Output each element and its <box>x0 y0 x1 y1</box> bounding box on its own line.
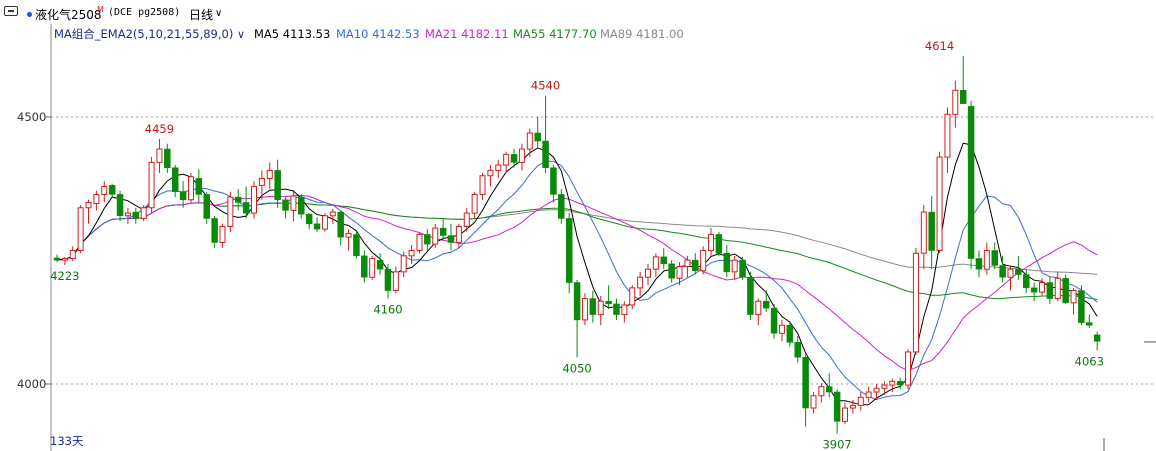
candle[interactable] <box>739 256 746 280</box>
extreme-label: 4160 <box>373 303 402 317</box>
y-tick-label: 4000 <box>17 377 46 391</box>
symbol-dot-icon <box>27 12 32 17</box>
candle[interactable] <box>148 157 155 214</box>
panel-toggle-icon[interactable] <box>4 6 18 16</box>
legend-ma5: MA5 4113.53 <box>254 27 330 41</box>
extreme-label: 4459 <box>145 122 174 136</box>
symbol-name[interactable]: 液化气2508 <box>35 6 102 23</box>
symbol-superscript: M <box>97 5 104 14</box>
extreme-label: 4614 <box>925 39 954 53</box>
symbol-code: (DCE pg2508) <box>108 7 181 18</box>
legend-ma10: MA10 4142.53 <box>336 27 420 41</box>
candle[interactable] <box>227 191 234 232</box>
chart-toolbar: 液化气2508 M (DCE pg2508) 日线 ∨ <box>0 0 1156 25</box>
candlestick-chart[interactable]: 4000 4500 4223 4459 4160 4540 4050 3907 4614 406… <box>0 24 1156 451</box>
candle[interactable] <box>321 213 328 232</box>
extreme-label: 4540 <box>531 79 560 93</box>
candle[interactable] <box>416 231 423 254</box>
legend-ma55: MA55 4177.70 <box>513 27 597 41</box>
period-selector[interactable]: 日线 <box>189 6 213 23</box>
candle[interactable] <box>770 303 778 339</box>
candle[interactable] <box>936 151 943 254</box>
candle[interactable] <box>912 247 919 355</box>
candle[interactable] <box>905 349 912 390</box>
y-tick-label: 4500 <box>17 110 46 124</box>
candle[interactable] <box>369 255 376 280</box>
candle[interactable] <box>747 271 754 320</box>
candle[interactable] <box>251 181 257 219</box>
candle[interactable] <box>1062 274 1069 304</box>
candle[interactable] <box>77 205 84 254</box>
candle[interactable] <box>1078 285 1085 326</box>
indicator-dropdown-icon[interactable]: ∨ <box>237 28 245 41</box>
candle[interactable] <box>565 213 573 294</box>
indicator-group-label[interactable]: MA组合_EMA2(5,10,21,55,89,0) <box>54 27 233 41</box>
candle[interactable] <box>715 231 723 256</box>
legend-ma89: MA89 4181.00 <box>600 27 684 41</box>
extreme-label: 3907 <box>822 438 851 451</box>
candle[interactable] <box>700 246 707 275</box>
extreme-label: 4063 <box>1075 354 1104 368</box>
days-count-label: 133天 <box>50 434 84 448</box>
candle[interactable] <box>187 173 194 203</box>
chevron-down-icon[interactable]: ∨ <box>215 8 222 19</box>
candle[interactable] <box>558 189 565 224</box>
candle[interactable] <box>967 100 975 270</box>
candle[interactable] <box>353 231 360 259</box>
candle[interactable] <box>140 205 147 222</box>
extreme-label: 4223 <box>50 269 79 283</box>
extreme-label: 4050 <box>562 361 591 375</box>
legend-ma21: MA21 4182.11 <box>425 27 509 41</box>
